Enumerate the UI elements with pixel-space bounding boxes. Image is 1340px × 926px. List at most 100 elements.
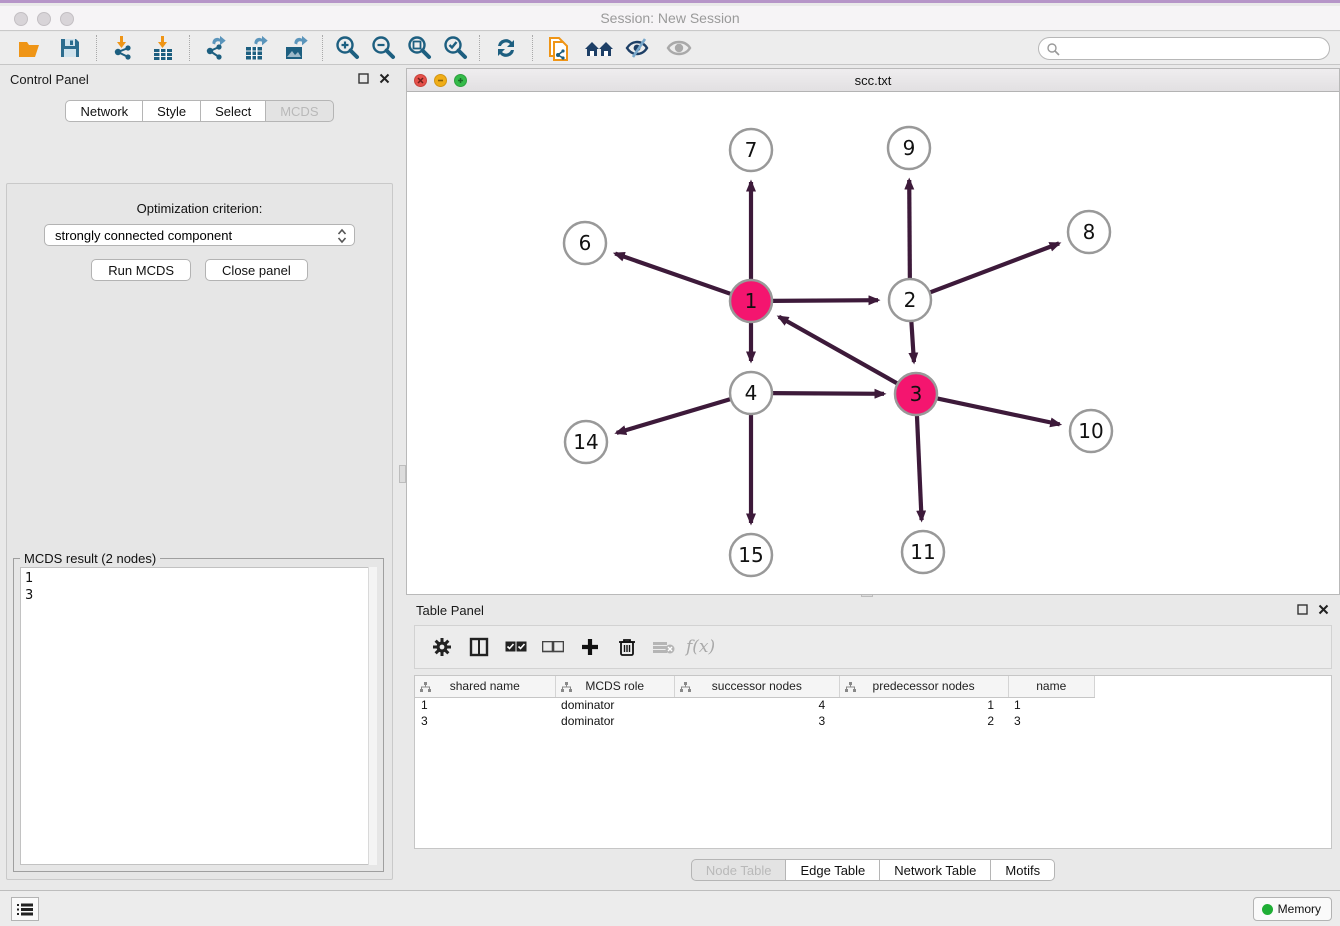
tab-motifs[interactable]: Motifs — [990, 859, 1055, 881]
table-cell[interactable]: 4 — [674, 697, 839, 713]
graph-node-14[interactable]: 14 — [565, 421, 607, 463]
toolbar-separator — [96, 35, 97, 61]
zoom-out-button[interactable] — [365, 33, 401, 63]
table-panel-title: Table Panel — [416, 603, 484, 618]
close-table-panel-icon[interactable] — [1317, 603, 1330, 616]
result-scrollbar[interactable] — [368, 567, 377, 865]
delete-column-button[interactable] — [610, 631, 643, 663]
table-settings-button[interactable] — [425, 631, 458, 663]
mcds-result-text[interactable]: 1 3 — [20, 567, 377, 865]
graph-node-4[interactable]: 4 — [730, 372, 772, 414]
duplicate-network-button[interactable] — [539, 33, 579, 63]
table-cell[interactable]: dominator — [555, 713, 674, 729]
graph-node-6[interactable]: 6 — [564, 222, 606, 264]
search-input[interactable] — [1038, 37, 1330, 60]
graph-node-3[interactable]: 3 — [895, 373, 937, 415]
graph-edge-1-6[interactable] — [615, 254, 731, 295]
export-table-button[interactable] — [236, 33, 276, 63]
tab-select[interactable]: Select — [200, 100, 266, 122]
close-panel-icon[interactable] — [378, 72, 391, 85]
float-panel-icon[interactable] — [357, 72, 370, 85]
graph-node-8[interactable]: 8 — [1068, 211, 1110, 253]
network-graph[interactable]: 7 9 6 8 1 2 4 3 14 10 15 11 — [407, 92, 1339, 594]
save-session-button[interactable] — [50, 33, 90, 63]
tab-mcds[interactable]: MCDS — [265, 100, 333, 122]
export-network-button[interactable] — [196, 33, 236, 63]
graph-edge-4-3[interactable] — [772, 393, 884, 394]
graph-edge-2-9[interactable] — [909, 180, 910, 279]
graph-node-7[interactable]: 7 — [730, 129, 772, 171]
trash-icon — [618, 637, 636, 657]
float-table-panel-icon[interactable] — [1296, 603, 1309, 616]
run-mcds-button[interactable]: Run MCDS — [91, 259, 191, 281]
toolbar-separator — [322, 35, 323, 61]
toggle-style-button[interactable] — [619, 33, 659, 63]
tab-node-table[interactable]: Node Table — [691, 859, 787, 881]
export-image-button[interactable] — [276, 33, 316, 63]
control-panel-header: Control Panel — [0, 66, 399, 92]
eye-slash-icon — [625, 36, 653, 60]
tab-network[interactable]: Network — [65, 100, 143, 122]
add-column-button[interactable] — [573, 631, 606, 663]
network-canvas[interactable]: 7 9 6 8 1 2 4 3 14 10 15 11 — [407, 92, 1339, 594]
network-manager-button[interactable] — [579, 33, 619, 63]
column-header-predecessor-nodes[interactable]: predecessor nodes — [839, 676, 1008, 697]
table-cell[interactable]: 1 — [415, 697, 555, 713]
svg-text:3: 3 — [910, 382, 923, 406]
table-cell[interactable]: 3 — [415, 713, 555, 729]
tab-network-table[interactable]: Network Table — [879, 859, 991, 881]
graph-edge-1-2[interactable] — [772, 300, 878, 301]
graph-edge-3-1[interactable] — [779, 317, 898, 384]
show-columns-button[interactable] — [462, 631, 495, 663]
graph-node-2[interactable]: 2 — [889, 279, 931, 321]
svg-text:15: 15 — [738, 543, 763, 567]
graph-edge-3-10[interactable] — [937, 398, 1060, 424]
table-cell[interactable]: dominator — [555, 697, 674, 713]
column-header-shared-name[interactable]: shared name — [415, 676, 555, 697]
duplicate-network-icon — [546, 34, 572, 62]
graph-edge-4-14[interactable] — [617, 399, 731, 433]
import-table-button[interactable] — [143, 33, 183, 63]
table-row[interactable]: 1dominator411 — [415, 697, 1095, 713]
graph-edge-2-3[interactable] — [911, 321, 914, 362]
node-table[interactable]: shared name MCDS role successor nodes pr… — [414, 675, 1332, 849]
tab-style[interactable]: Style — [142, 100, 201, 122]
memory-status-icon — [1262, 904, 1273, 915]
show-graphics-button[interactable] — [659, 33, 699, 63]
graph-edge-2-8[interactable] — [930, 243, 1059, 292]
close-panel-button[interactable]: Close panel — [205, 259, 308, 281]
delete-table-icon — [652, 639, 676, 655]
memory-button[interactable]: Memory — [1253, 897, 1332, 921]
column-header-successor-nodes[interactable]: successor nodes — [674, 676, 839, 697]
table-cell[interactable]: 3 — [674, 713, 839, 729]
column-header-name[interactable]: name — [1008, 676, 1095, 697]
table-cell[interactable]: 2 — [839, 713, 1008, 729]
mcds-panel: Optimization criterion: strongly connect… — [6, 183, 393, 880]
select-all-button[interactable] — [499, 631, 532, 663]
task-history-button[interactable] — [11, 897, 39, 921]
column-header-mcds-role[interactable]: MCDS role — [555, 676, 674, 697]
graph-node-11[interactable]: 11 — [902, 531, 944, 573]
graph-node-15[interactable]: 15 — [730, 534, 772, 576]
table-cell[interactable]: 3 — [1008, 713, 1095, 729]
refresh-button[interactable] — [486, 33, 526, 63]
table-cell[interactable]: 1 — [1008, 697, 1095, 713]
graph-node-1[interactable]: 1 — [730, 280, 772, 322]
zoom-selected-button[interactable] — [437, 33, 473, 63]
table-cell[interactable]: 1 — [839, 697, 1008, 713]
graph-node-9[interactable]: 9 — [888, 127, 930, 169]
control-panel: Control Panel Network Style Select MCDS … — [0, 66, 399, 884]
network-titlebar[interactable]: scc.txt — [407, 69, 1339, 92]
table-row[interactable]: 3dominator323 — [415, 713, 1095, 729]
deselect-all-button[interactable] — [536, 631, 569, 663]
import-network-button[interactable] — [103, 33, 143, 63]
zoom-fit-button[interactable] — [401, 33, 437, 63]
criterion-select[interactable]: strongly connected component — [44, 224, 355, 246]
graph-edge-3-11[interactable] — [917, 415, 922, 520]
open-file-button[interactable] — [10, 33, 50, 63]
tab-edge-table[interactable]: Edge Table — [785, 859, 880, 881]
zoom-in-button[interactable] — [329, 33, 365, 63]
toolbar-search — [1038, 37, 1330, 60]
graph-node-10[interactable]: 10 — [1070, 410, 1112, 452]
vertical-splitter-handle[interactable] — [399, 465, 406, 483]
